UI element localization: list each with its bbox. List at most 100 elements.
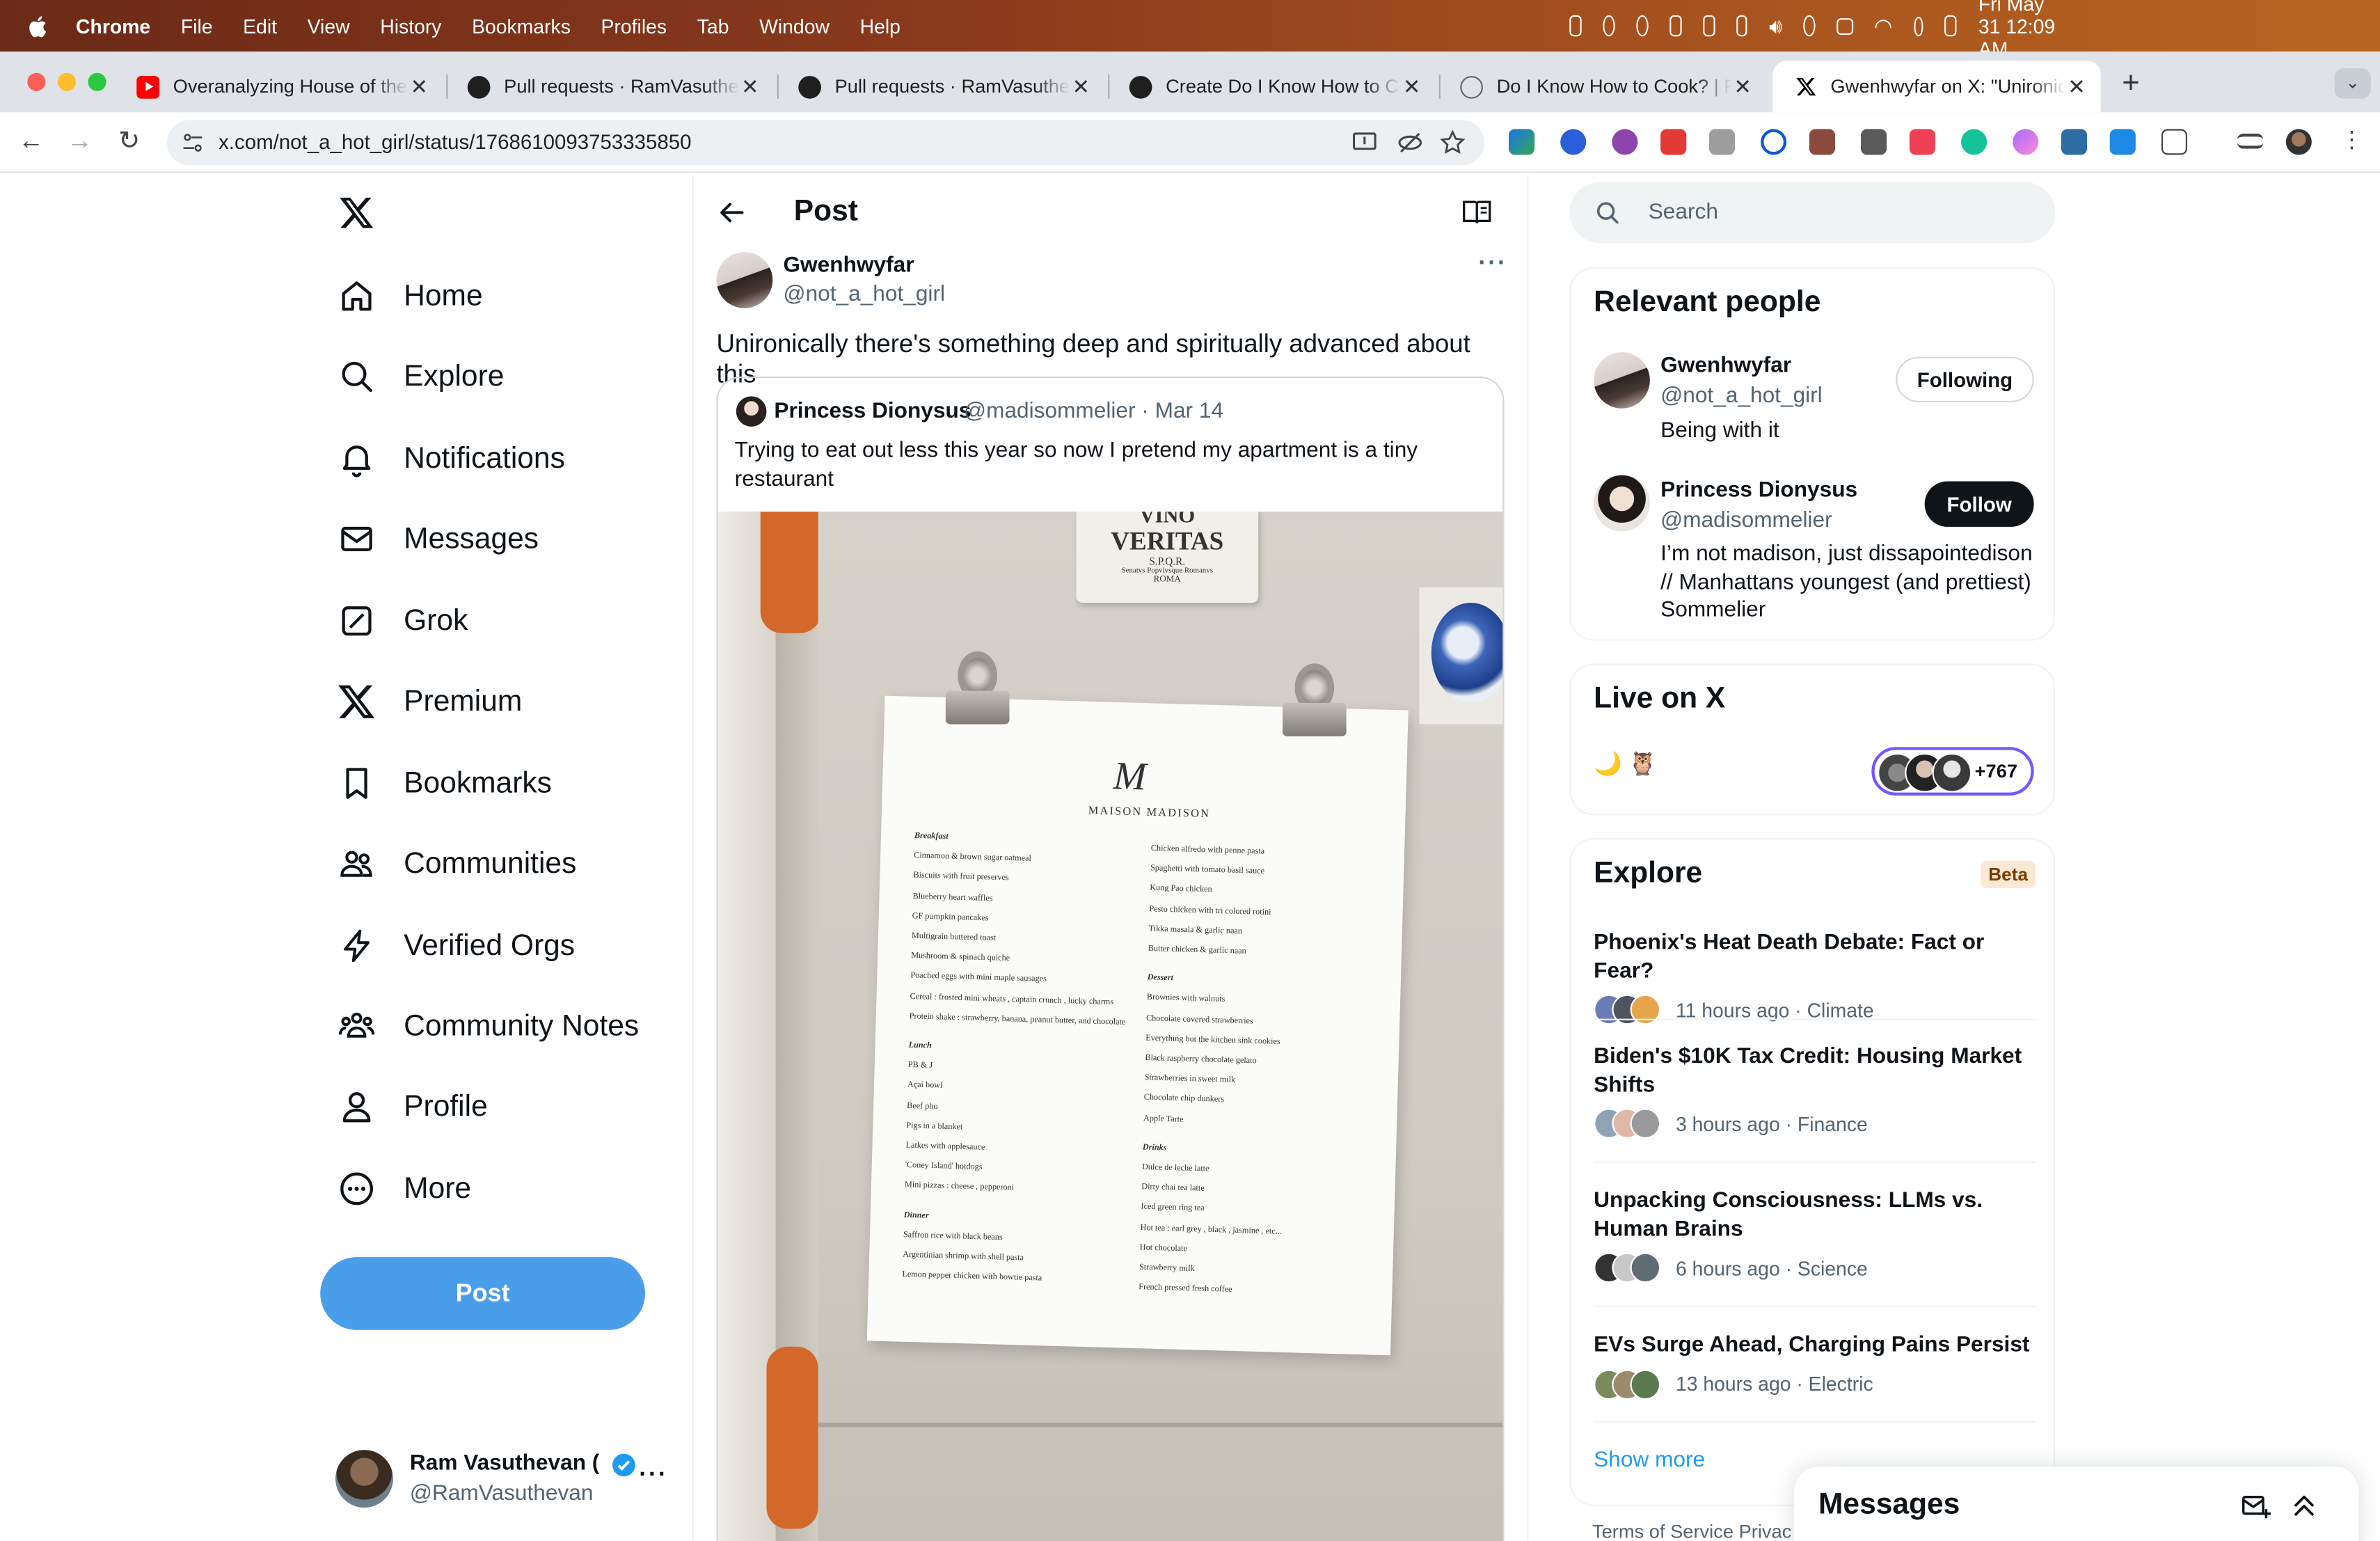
nav-grok[interactable]: Grok [320,585,684,658]
reader-mode-icon[interactable] [1461,199,1492,226]
extension-icon[interactable] [1509,129,1535,155]
extension-icon[interactable] [2061,129,2088,155]
apple-icon[interactable] [26,13,51,39]
nav-bookmarks[interactable]: Bookmarks [320,747,684,820]
new-tab-button[interactable]: + [2122,67,2139,102]
browser-tab-active[interactable]: Gwenhwyfar on X: "Unironically ✕ [1772,61,2101,113]
extension-icon[interactable] [2013,129,2039,155]
wifi-icon[interactable]: ◠ [1874,13,1893,39]
new-message-icon[interactable] [2240,1491,2271,1522]
post-button[interactable]: Post [320,1257,645,1330]
trend-item[interactable]: Phoenix's Heat Death Debate: Fact or Fea… [1594,929,2037,1025]
person-handle[interactable]: @madisommelier [1660,509,1832,533]
1password-icon[interactable] [1761,129,1787,155]
menu-bookmarks[interactable]: Bookmarks [472,15,571,38]
nav-verified-orgs[interactable]: Verified Orgs [320,910,684,983]
trend-item[interactable]: Unpacking Consciousness: LLMs vs. Human … [1594,1187,2037,1283]
pocket-icon[interactable] [1909,129,1935,155]
extension-icon[interactable] [2109,129,2136,155]
show-more-link[interactable]: Show more [1594,1448,1705,1473]
back-arrow-icon[interactable] [718,199,745,226]
quote-photo[interactable]: VINO VERITAS S.P.Q.R. Senatvs Popvlvsque… [717,512,1503,1541]
forward-button[interactable]: → [67,126,93,157]
nav-home[interactable]: Home [320,260,684,333]
search-box[interactable]: Search [1569,182,2056,244]
install-app-icon[interactable] [1351,129,1378,156]
status-drive-icon[interactable] [1669,15,1681,37]
address-bar[interactable]: x.com/not_a_hot_girl/status/176861009375… [166,120,1485,166]
extension-icon[interactable] [1560,129,1587,155]
live-space-emoji[interactable]: 🌙 🦉 [1594,750,1657,777]
nav-more[interactable]: More [320,1153,684,1226]
profile-avatar[interactable] [2285,129,2312,155]
spotlight-search-icon[interactable] [1914,15,1924,36]
follow-button[interactable]: Follow [1924,481,2034,527]
extension-icon[interactable] [1660,129,1687,155]
url-text[interactable]: x.com/not_a_hot_girl/status/176861009375… [219,131,691,154]
browser-tab[interactable]: Do I Know How to Cook? | Ram ✕ [1439,61,1767,112]
account-switcher[interactable]: Ram Vasuthevan ( @RamVasuthevan ··· [335,1447,699,1514]
trend-item[interactable]: EVs Surge Ahead, Charging Pains Persist … [1594,1331,2037,1400]
menu-tab[interactable]: Tab [697,15,729,38]
menu-chrome[interactable]: Chrome [76,15,150,38]
menu-window[interactable]: Window [759,15,830,38]
nav-messages[interactable]: Messages [320,503,684,576]
status-app-icon[interactable] [1569,15,1582,37]
browser-tab[interactable]: Pull requests · RamVasuthevan ✕ [777,61,1105,112]
back-button[interactable]: ← [18,126,44,157]
extensions-puzzle-icon[interactable] [2161,129,2187,155]
status-keyboard-icon[interactable] [1702,15,1715,37]
nav-explore[interactable]: Explore [320,340,684,413]
nav-notifications[interactable]: Notifications [320,422,684,495]
browser-tab[interactable]: Overanalyzing House of the D ✕ [116,61,443,112]
tab-search-button[interactable]: ⌄ [2334,68,2371,99]
person-name[interactable]: Gwenhwyfar [1660,354,1791,378]
avatar[interactable] [1594,352,1650,409]
extension-icon[interactable] [1809,129,1835,155]
site-settings-icon[interactable] [182,132,204,154]
status-grammarly-icon[interactable] [1635,15,1649,37]
display-icon[interactable] [1736,15,1748,37]
extension-icon[interactable] [1861,129,1887,155]
close-tab-icon[interactable]: ✕ [1403,74,1421,100]
volume-icon[interactable]: 🔊︎ [1769,13,1782,39]
close-tab-icon[interactable]: ✕ [741,74,759,100]
nav-premium[interactable]: Premium [320,665,684,738]
close-tab-icon[interactable]: ✕ [410,74,428,100]
footer-links[interactable]: Terms of Service Privac [1592,1522,1791,1541]
close-tab-icon[interactable]: ✕ [1072,74,1090,100]
following-button[interactable]: Following [1896,356,2034,403]
minimize-window-button[interactable] [57,72,77,91]
reload-button[interactable]: ↻ [118,126,140,157]
play-icon[interactable] [1803,15,1816,37]
author-name[interactable]: Gwenhwyfar [783,253,914,278]
nav-profile[interactable]: Profile [320,1070,684,1144]
expand-chevron-icon[interactable] [2289,1491,2319,1522]
person-name[interactable]: Princess Dionysus [1660,478,1857,503]
menu-history[interactable]: History [380,15,441,38]
eye-slash-icon[interactable] [1397,129,1424,156]
x-logo-icon[interactable] [338,194,374,230]
close-tab-icon[interactable]: ✕ [2068,74,2086,100]
messages-drawer[interactable]: Messages [1794,1467,2359,1541]
more-dots-icon[interactable]: ··· [1478,251,1507,278]
live-listeners-pill[interactable]: +767 [1871,747,2034,796]
nav-communities[interactable]: Communities [320,828,684,901]
menu-file[interactable]: File [181,15,213,38]
reading-list-icon[interactable] [2237,133,2264,149]
menu-help[interactable]: Help [860,15,901,38]
author-handle[interactable]: @not_a_hot_girl [783,283,945,307]
zoom-window-button[interactable] [88,72,106,91]
trend-item[interactable]: Biden's $10K Tax Credit: Housing Market … [1594,1043,2037,1139]
menu-view[interactable]: View [308,15,350,38]
quoted-post[interactable]: Princess Dionysus @madisommelier · Mar 1… [716,376,1505,1541]
battery-icon[interactable] [1836,17,1853,35]
menu-edit[interactable]: Edit [243,15,277,38]
extension-icon[interactable] [1612,129,1638,155]
browser-tab[interactable]: Pull requests · RamVasuthevan ✕ [446,61,774,112]
author-avatar[interactable] [716,252,773,308]
grammarly-icon[interactable] [1961,129,1988,155]
close-tab-icon[interactable]: ✕ [1734,74,1752,100]
status-1password-icon[interactable] [1603,15,1615,37]
chrome-menu-icon[interactable]: ⋮ [2340,126,2363,153]
